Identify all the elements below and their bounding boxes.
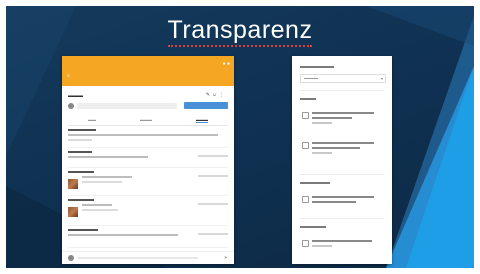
checkbox-icon[interactable]: [302, 142, 309, 149]
people-icon[interactable]: ☺: [212, 92, 219, 98]
list-item[interactable]: [68, 199, 228, 226]
comment-bar: ➤: [62, 251, 234, 264]
section-heading: [300, 226, 326, 228]
list-item[interactable]: [68, 171, 228, 196]
avatar: [68, 255, 74, 261]
section-heading: [300, 66, 334, 68]
list-item[interactable]: [68, 229, 228, 248]
chevron-down-icon: ▾: [380, 76, 383, 81]
item-thumbnail: [68, 207, 78, 217]
avatar: [68, 103, 74, 109]
checkbox-icon[interactable]: [302, 112, 309, 119]
presentation-slide: Transparenz ≡ ● ● ▬▬▬ ✎☺⋮ ▬▬ ▬▬▬ ▬▬▬ ➤ ▾: [6, 6, 474, 268]
list-item[interactable]: [68, 129, 228, 148]
list-item[interactable]: [68, 151, 228, 168]
tab-2[interactable]: ▬▬▬: [140, 117, 152, 122]
activity-panel: ≡ ● ● ▬▬▬ ✎☺⋮ ▬▬ ▬▬▬ ▬▬▬ ➤: [62, 56, 234, 264]
item-thumbnail: [68, 179, 78, 189]
feed-tabs: ▬▬ ▬▬▬ ▬▬▬: [68, 115, 228, 126]
composer-header: ▬▬▬ ✎☺⋮: [62, 86, 234, 100]
topbar-icons: ● ●: [223, 61, 230, 67]
slide-title: Transparenz: [6, 16, 474, 47]
send-icon[interactable]: ➤: [224, 255, 228, 261]
composer-icons: ✎☺⋮: [206, 92, 226, 98]
tab-1[interactable]: ▬▬: [88, 117, 96, 122]
composer-label: ▬▬▬: [68, 93, 83, 99]
user-icon[interactable]: ●: [227, 61, 230, 67]
post-composer: [62, 100, 234, 113]
activity-feed: [62, 129, 234, 248]
section-heading: [300, 182, 330, 184]
settings-panel: ▾: [292, 56, 392, 264]
post-button[interactable]: [184, 102, 228, 109]
app-topbar: ≡ ● ●: [62, 56, 234, 86]
app-brand-mark: ≡: [67, 73, 70, 79]
checkbox-icon[interactable]: [302, 196, 309, 203]
slide-title-text: Transparenz: [167, 16, 313, 47]
post-input[interactable]: [77, 103, 177, 109]
comment-input[interactable]: [78, 257, 198, 259]
notification-icon[interactable]: ●: [223, 61, 226, 67]
section-heading: [300, 98, 316, 100]
checkbox-icon[interactable]: [302, 240, 309, 247]
tab-3[interactable]: ▬▬▬: [196, 117, 208, 123]
more-icon[interactable]: ⋮: [219, 92, 226, 98]
filter-select[interactable]: ▾: [300, 74, 386, 83]
